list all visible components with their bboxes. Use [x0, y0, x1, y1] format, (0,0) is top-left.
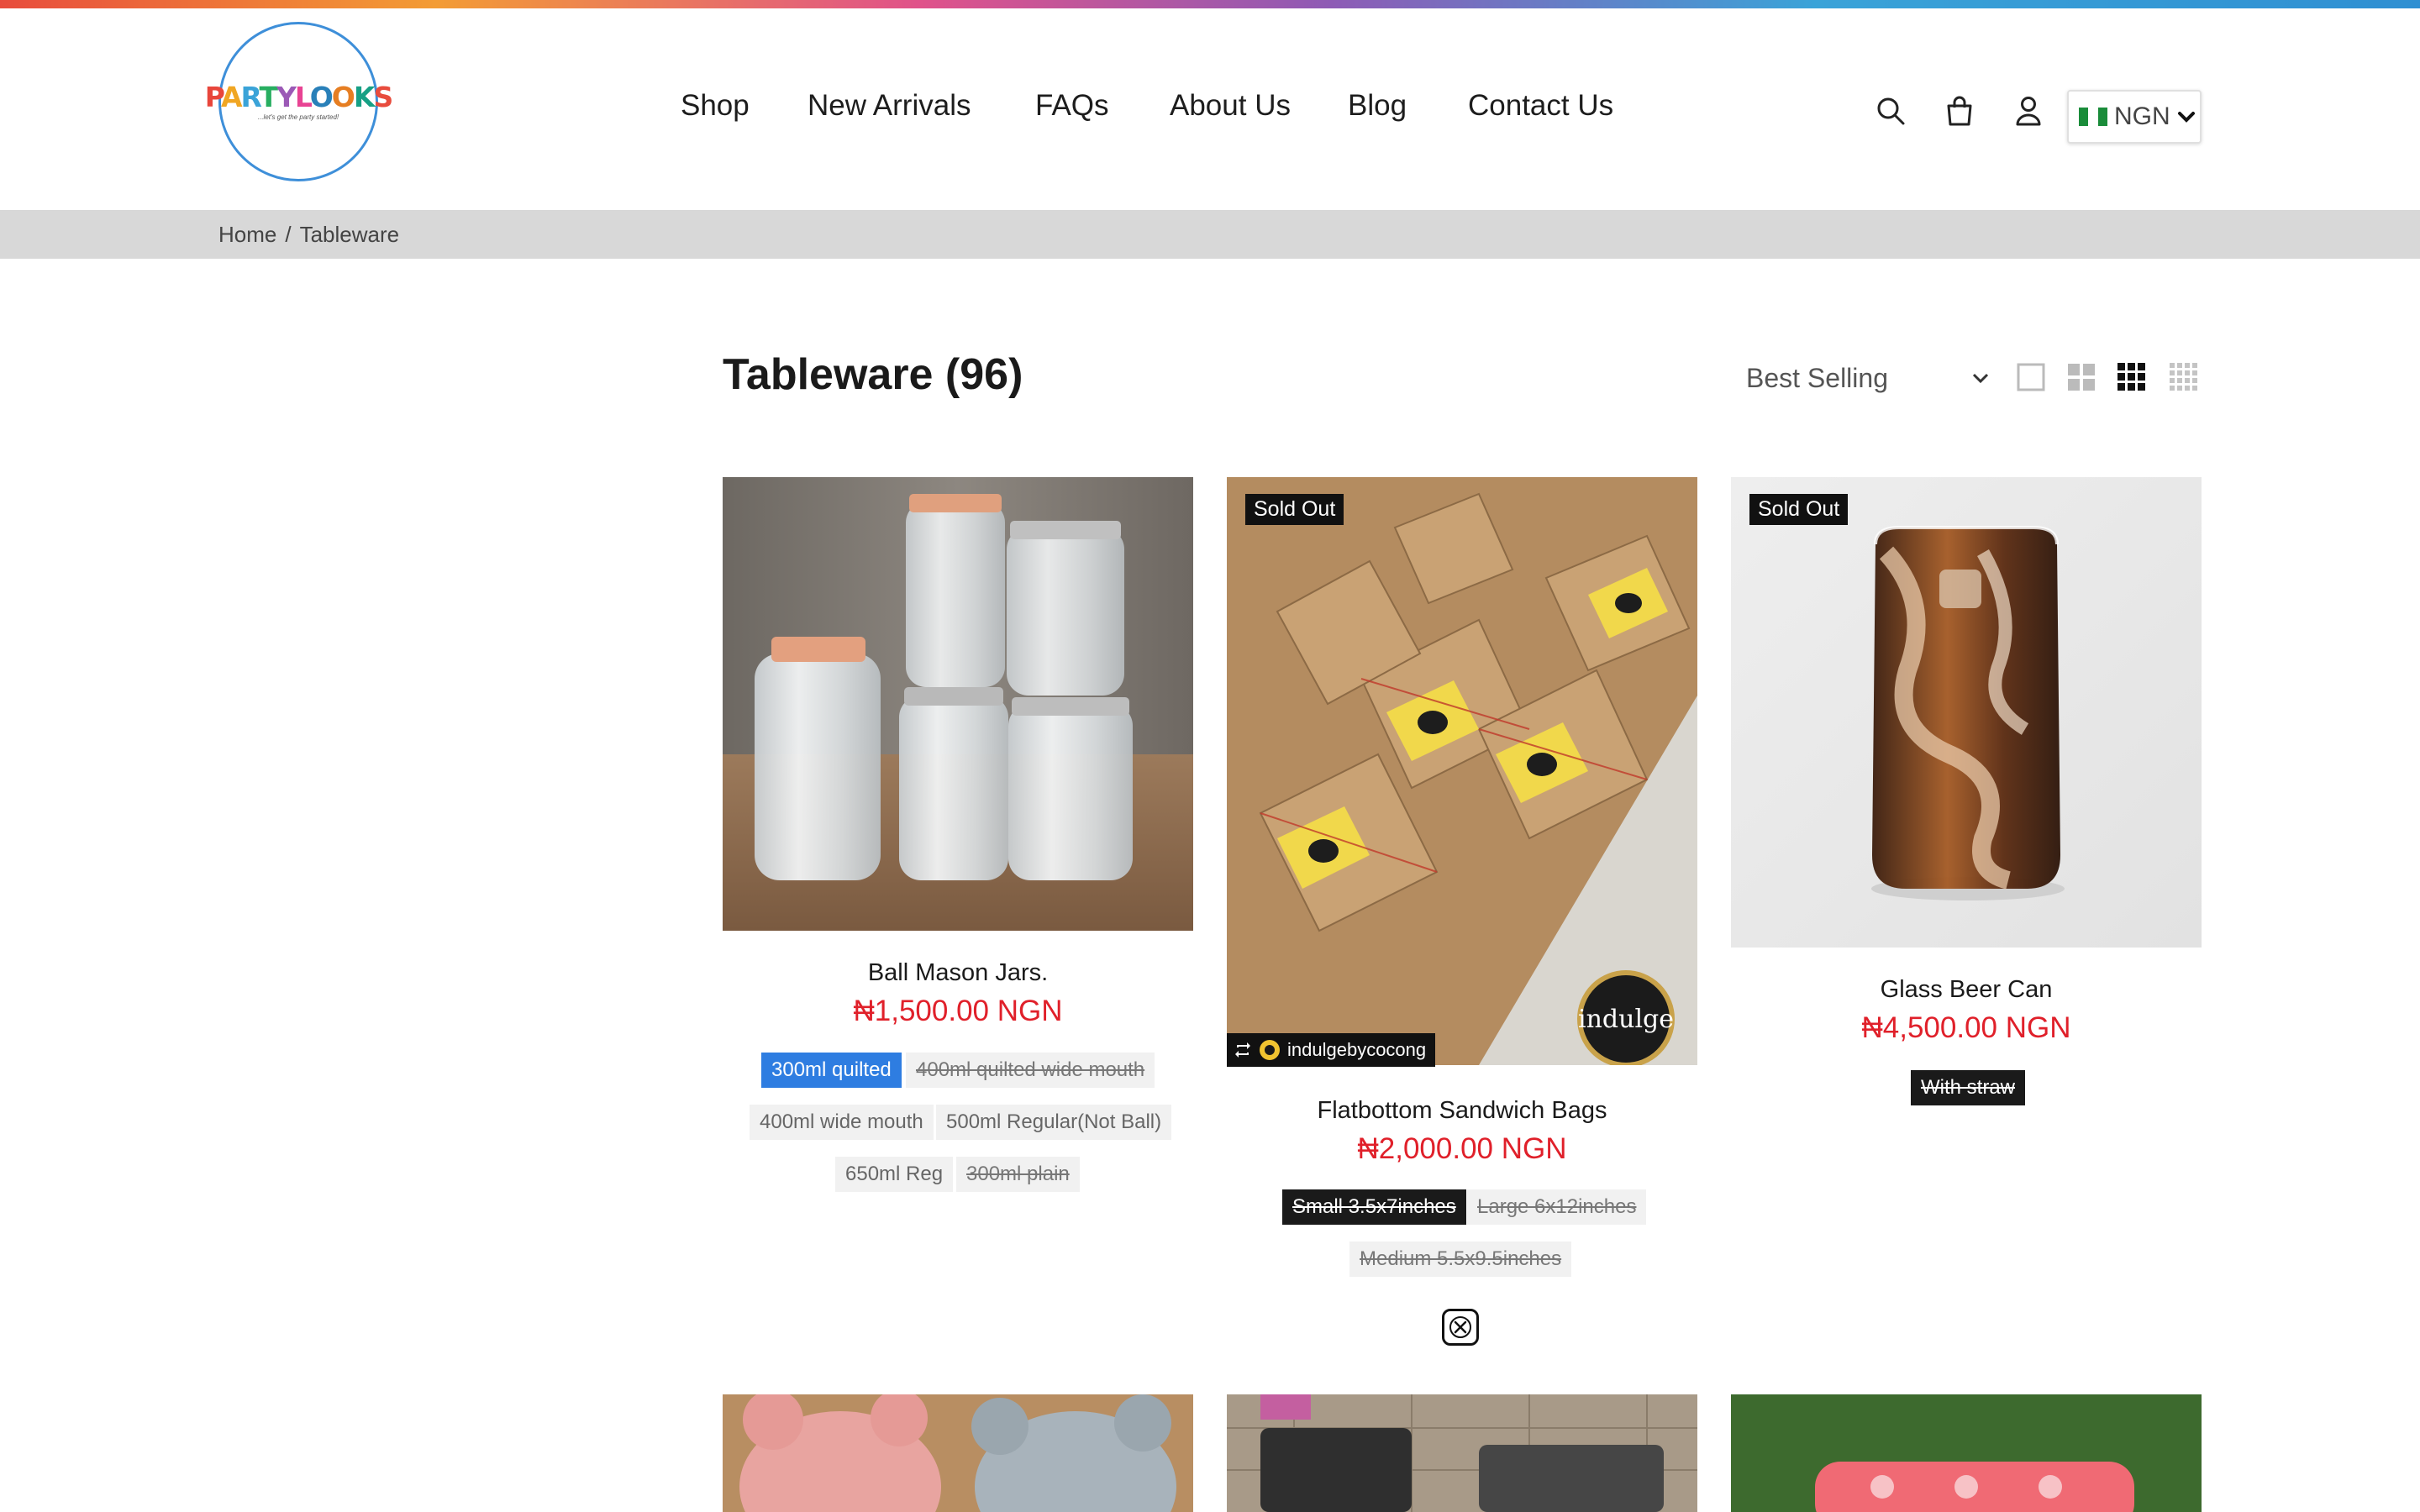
- sort-select[interactable]: Best Selling: [1746, 360, 1990, 396]
- product-name[interactable]: Ball Mason Jars.: [723, 959, 1193, 987]
- variant-swatch[interactable]: 500ml Regular(Not Ball): [936, 1105, 1172, 1140]
- image-brand-text: indulge: [1578, 1005, 1674, 1034]
- nav-shop[interactable]: Shop: [681, 89, 750, 123]
- breadcrumb-separator: /: [285, 222, 292, 247]
- variant-swatch[interactable]: With straw: [1911, 1070, 2026, 1105]
- account-icon[interactable]: [2008, 91, 2049, 131]
- variant-swatch[interactable]: 400ml quilted wide mouth: [906, 1053, 1155, 1088]
- variant-swatch[interactable]: Small 3.5x7inches: [1282, 1189, 1466, 1225]
- site-header: PARTYLOOKS ...let's get the party starte…: [0, 8, 2420, 210]
- nav-about-us[interactable]: About Us: [1170, 89, 1291, 123]
- cart-icon[interactable]: [1939, 91, 1980, 131]
- view-2-column-icon[interactable]: [2067, 363, 2097, 393]
- variant-swatch[interactable]: 400ml wide mouth: [750, 1105, 934, 1140]
- nav-new-arrivals[interactable]: New Arrivals: [808, 89, 971, 123]
- product-image-mason-jars[interactable]: [723, 477, 1193, 931]
- currency-selector[interactable]: NGN: [2067, 90, 2202, 144]
- avatar: [1260, 1040, 1280, 1060]
- breadcrumb-home[interactable]: Home: [218, 222, 276, 247]
- chevron-down-icon: [2177, 112, 2195, 123]
- breadcrumb: Home / Tableware: [218, 222, 399, 248]
- product-image-sandwich-bags[interactable]: indulge: [1227, 477, 1697, 1065]
- variant-swatch[interactable]: 650ml Reg: [835, 1157, 954, 1192]
- chevron-down-icon: [1972, 373, 1989, 384]
- view-3-column-icon[interactable]: [2118, 363, 2148, 393]
- product-price: ₦4,500.00 NGN: [1861, 1011, 2071, 1044]
- product-image-bowls[interactable]: [723, 1394, 1193, 1512]
- product-image-glass-beer-can[interactable]: [1731, 477, 2202, 948]
- product-name[interactable]: Glass Beer Can: [1731, 976, 2202, 1004]
- breadcrumb-bar: Home / Tableware: [0, 210, 2420, 259]
- currency-code: NGN: [2114, 102, 2170, 130]
- breadcrumb-current: Tableware: [299, 222, 400, 247]
- variant-swatch[interactable]: 300ml quilted: [761, 1053, 902, 1088]
- instagram-credit: indulgebycocong: [1227, 1033, 1435, 1067]
- close-icon[interactable]: [1442, 1309, 1479, 1346]
- repost-icon: [1235, 1042, 1250, 1058]
- view-4-column-icon[interactable]: [2170, 363, 2200, 393]
- variant-swatch[interactable]: Large 6x12inches: [1467, 1189, 1647, 1225]
- product-name[interactable]: Flatbottom Sandwich Bags: [1227, 1097, 1697, 1125]
- rainbow-top-bar: [0, 0, 2420, 8]
- sold-out-badge: Sold Out: [1749, 494, 1849, 525]
- variant-swatch[interactable]: Medium 5.5x9.5inches: [1349, 1242, 1572, 1277]
- nigeria-flag-icon: [2079, 108, 2107, 126]
- product-image-trays[interactable]: [1227, 1394, 1697, 1512]
- main-nav: Shop New Arrivals FAQs About Us Blog Con…: [0, 89, 2420, 139]
- sort-selected-value: Best Selling: [1746, 362, 1888, 393]
- page-title: Tableware (96): [723, 350, 1023, 399]
- nav-faqs[interactable]: FAQs: [1035, 89, 1109, 123]
- product-image-ice-mold[interactable]: [1731, 1394, 2202, 1512]
- product-price: ₦1,500.00 NGN: [853, 995, 1063, 1027]
- nav-blog[interactable]: Blog: [1348, 89, 1407, 123]
- product-price: ₦2,000.00 NGN: [1357, 1132, 1567, 1165]
- view-1-column-icon[interactable]: [2017, 363, 2047, 393]
- variant-swatch[interactable]: 300ml plain: [956, 1157, 1080, 1192]
- nav-contact-us[interactable]: Contact Us: [1468, 89, 1613, 123]
- search-icon[interactable]: [1870, 91, 1911, 131]
- instagram-handle: indulgebycocong: [1287, 1039, 1427, 1060]
- sold-out-badge: Sold Out: [1245, 494, 1344, 525]
